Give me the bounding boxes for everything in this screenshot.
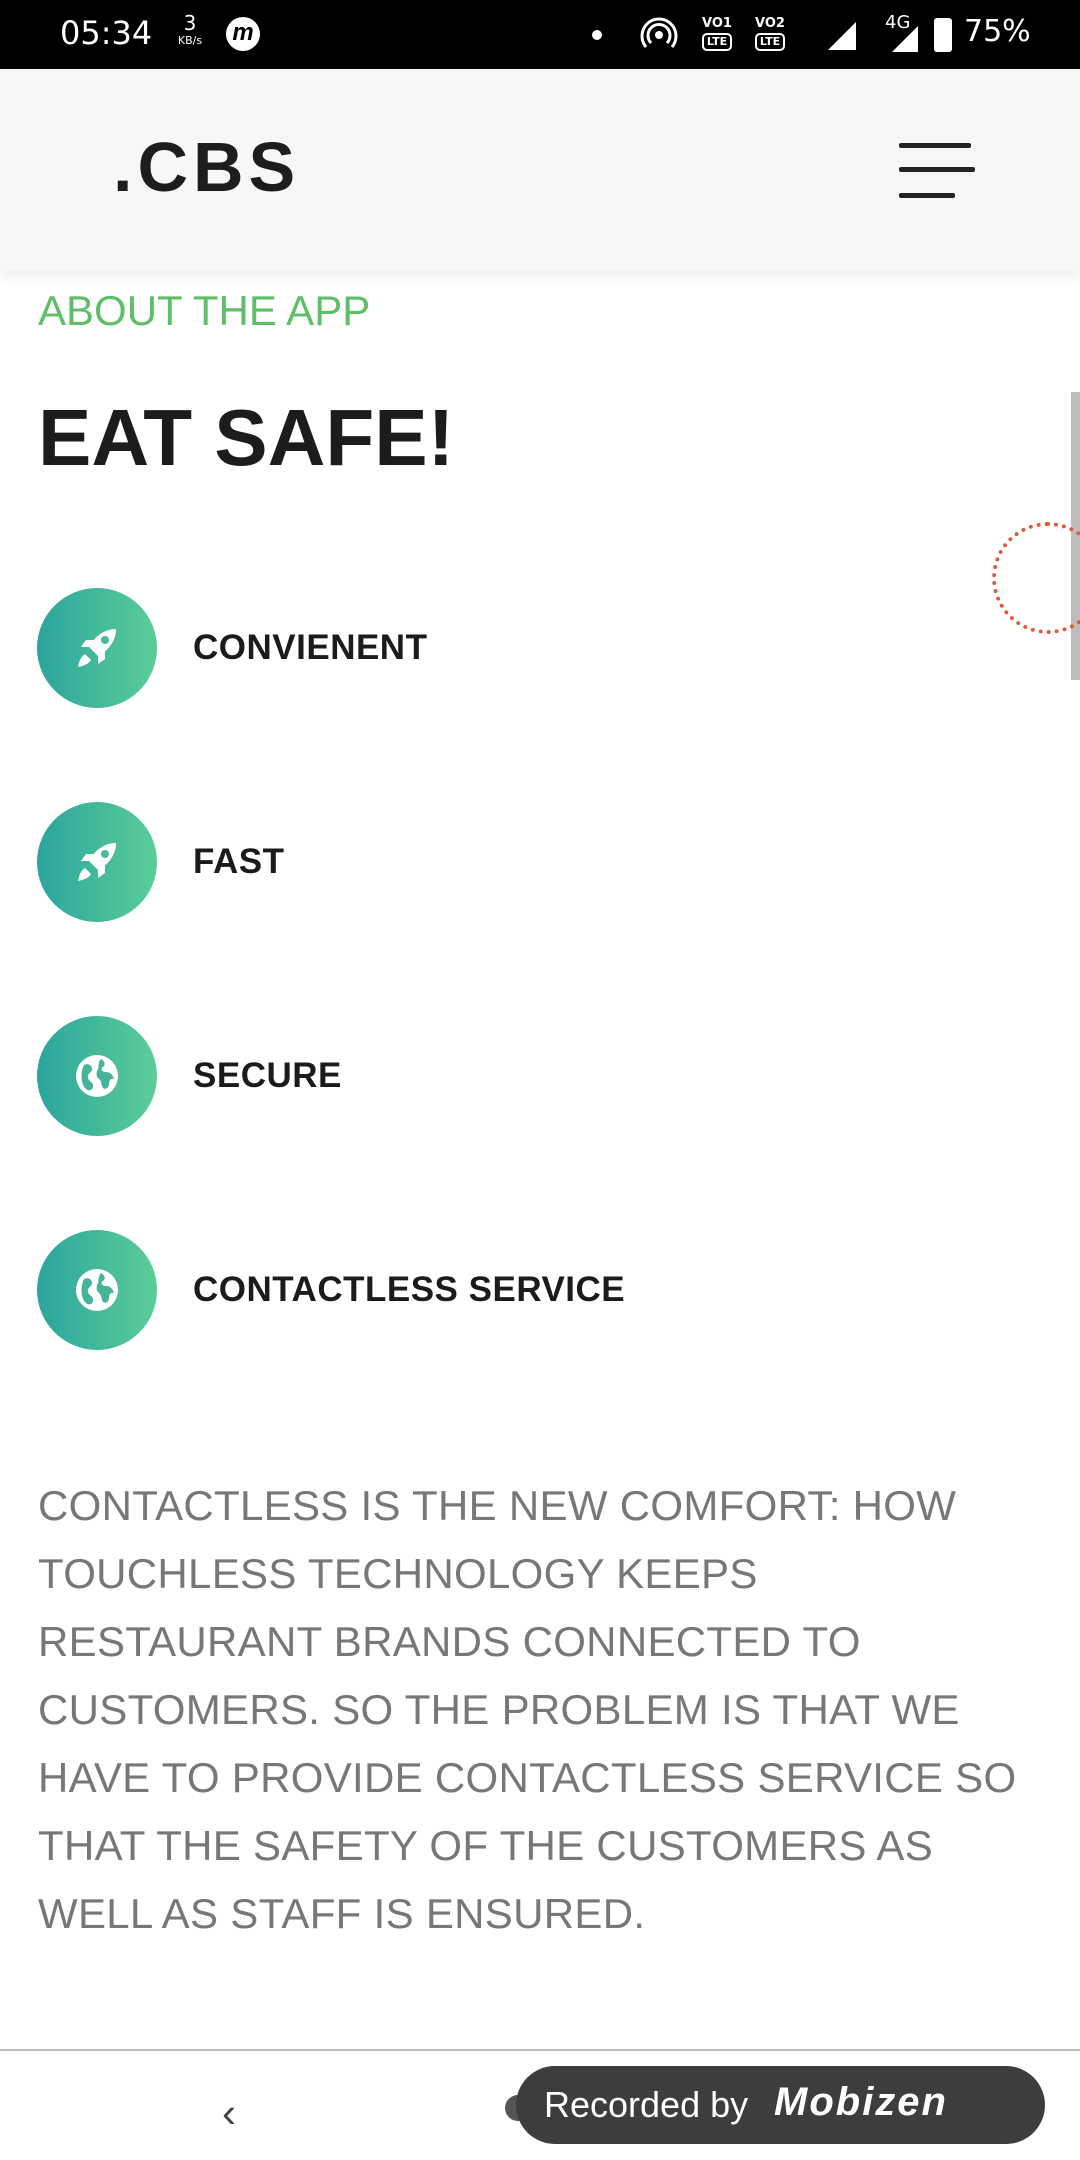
- feature-label: CONTACTLESS SERVICE: [193, 1270, 626, 1309]
- back-icon[interactable]: ‹: [222, 2089, 236, 2137]
- feature-item-convenient: CONVIENENT: [37, 588, 937, 708]
- hotspot-icon: [640, 17, 678, 48]
- feature-item-contactless: CONTACTLESS SERVICE: [37, 1230, 937, 1350]
- volte-2-label: VO2: [755, 16, 785, 31]
- feature-item-fast: FAST: [37, 802, 937, 922]
- globe-icon: [37, 1230, 157, 1350]
- page-title: EAT SAFE!: [38, 393, 455, 482]
- hamburger-menu-icon[interactable]: [895, 139, 975, 201]
- recording-watermark: Recorded by Mobizen: [516, 2066, 1045, 2144]
- battery-percent: 75%: [964, 14, 1031, 49]
- signal-2-icon: [892, 26, 918, 52]
- network-speed-unit: KB/s: [177, 34, 203, 47]
- status-time: 05:34: [60, 14, 153, 52]
- touch-indicator: [992, 522, 1080, 634]
- signal-1-icon: [828, 22, 856, 50]
- rocket-icon: [37, 588, 157, 708]
- rocket-icon: [37, 802, 157, 922]
- mobizen-logo: Mobizen: [774, 2080, 948, 2124]
- status-bar: 05:34 3 KB/s m VO1 LTE VO2 LTE 4G 75%: [0, 0, 1080, 69]
- menu-line-top: [899, 143, 971, 148]
- feature-item-secure: SECURE: [37, 1016, 937, 1136]
- about-description: CONTACTLESS IS THE NEW COMFORT: HOW TOUC…: [38, 1482, 1017, 1937]
- globe-icon: [37, 1016, 157, 1136]
- recorded-by-text: Recorded by: [544, 2084, 749, 2125]
- volte-1-label: VO1: [702, 16, 732, 31]
- lte-2-label: LTE: [754, 33, 786, 51]
- network-speed-value: 3: [183, 11, 197, 35]
- section-label: ABOUT THE APP: [38, 287, 371, 334]
- feature-label: CONVIENENT: [193, 628, 428, 667]
- menu-line-middle: [899, 167, 975, 172]
- mobizen-notification-icon: m: [226, 17, 260, 51]
- volte-2-icon: VO2 LTE: [750, 17, 790, 51]
- site-header: .CBS: [0, 69, 1080, 270]
- battery-icon: [934, 18, 952, 52]
- feature-label: FAST: [193, 842, 285, 881]
- volte-1-icon: VO1 LTE: [697, 17, 737, 51]
- brand-logo[interactable]: .CBS: [113, 127, 300, 207]
- menu-line-bottom: [899, 193, 955, 198]
- lte-1-label: LTE: [701, 33, 733, 51]
- feature-label: SECURE: [193, 1056, 342, 1095]
- network-speed: 3 KB/s: [170, 11, 210, 50]
- notification-dot-icon: [592, 30, 602, 40]
